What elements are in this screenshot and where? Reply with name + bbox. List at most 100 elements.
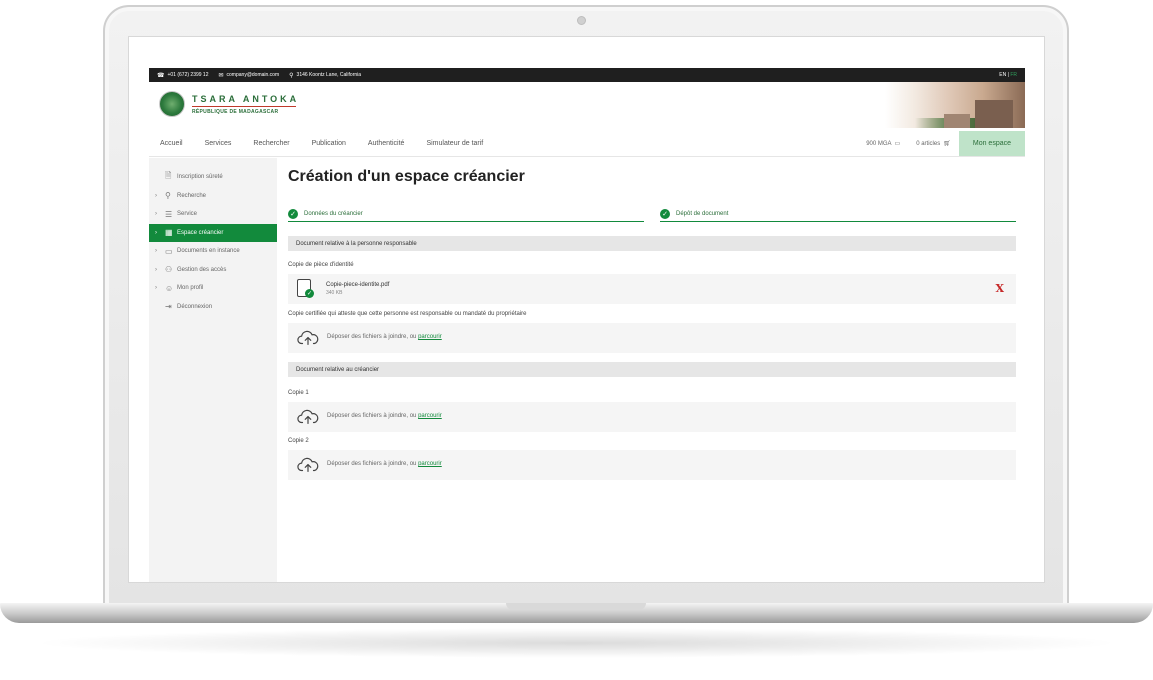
sidebar-item-label: Service bbox=[177, 211, 198, 218]
uploaded-file-card: ✓ Copie-piece-identite.pdf 340 KB X bbox=[288, 274, 1016, 304]
browse-link[interactable]: parcourir bbox=[418, 461, 442, 467]
email-contact[interactable]: ✉ company@domain.com bbox=[219, 72, 280, 79]
chevron-right-icon: › bbox=[155, 211, 157, 218]
file-size: 340 KB bbox=[326, 290, 343, 296]
sidebar-item-label: Déconnexion bbox=[177, 303, 213, 310]
step-label: Données du créancier bbox=[304, 210, 363, 217]
address-text: 3146 Koontz Lane, California bbox=[296, 72, 362, 78]
contact-bar: ☎ +01 (672) 2399 12 ✉ company@domain.com ⚲… bbox=[149, 68, 1025, 82]
phone-icon: ☎ bbox=[157, 72, 165, 79]
cart-icon: 🛒︎ bbox=[943, 141, 951, 147]
nav-accueil[interactable]: Accueil bbox=[149, 140, 194, 147]
dropzone-text: Déposer des fichiers à joindre, ou parco… bbox=[327, 461, 442, 467]
sidebar: 🗎 Inscription sûreté › ⚲ Recherche › ☰ S… bbox=[149, 158, 277, 582]
balance-text: 900 MGA bbox=[866, 140, 892, 147]
sidebar-item-label: Gestion des accès bbox=[177, 266, 227, 273]
main-content: Création d'un espace créancier ✓ Données… bbox=[288, 158, 1016, 578]
cart-text: 0 articles bbox=[916, 140, 941, 147]
dropzone-text: Déposer des fichiers à joindre, ou parco… bbox=[327, 413, 442, 419]
brand-title[interactable]: TSARA ANTOKA bbox=[192, 94, 299, 104]
sidebar-item-espace-creancier[interactable]: › ▦ Espace créancier bbox=[149, 223, 277, 242]
mon-espace-button[interactable]: Mon espace bbox=[958, 131, 1025, 156]
file-dropzone-copie-1[interactable]: Déposer des fichiers à joindre, ou parco… bbox=[288, 402, 1016, 432]
language-switch: EN | FR bbox=[999, 72, 1017, 78]
folder-icon: ▭ bbox=[165, 246, 173, 256]
step-donnees-creancier[interactable]: ✓ Données du créancier bbox=[288, 206, 644, 222]
search-icon: ⚲ bbox=[165, 191, 171, 201]
field-label-copie-1: Copie 1 bbox=[288, 390, 309, 396]
file-name[interactable]: Copie-piece-identite.pdf bbox=[326, 282, 389, 288]
phone-contact[interactable]: ☎ +01 (672) 2399 12 bbox=[157, 72, 209, 79]
chevron-right-icon: › bbox=[155, 229, 157, 236]
check-circle-icon: ✓ bbox=[305, 289, 314, 298]
section-heading-creancier: Document relative au créancier bbox=[288, 362, 1016, 377]
nav-simulateur[interactable]: Simulateur de tarif bbox=[415, 140, 494, 147]
dropzone-instruction: Déposer des fichiers à joindre, ou bbox=[327, 334, 417, 340]
brand-subtitle: RÉPUBLIQUE DE MADAGASCAR bbox=[192, 109, 279, 115]
field-label-copie-2: Copie 2 bbox=[288, 438, 309, 444]
sidebar-item-gestion-acces[interactable]: › ⚇ Gestion des accès bbox=[149, 261, 277, 280]
location-pin-icon: ⚲ bbox=[289, 72, 294, 79]
users-icon: ⚇ bbox=[165, 265, 173, 275]
email-text: company@domain.com bbox=[226, 72, 280, 78]
section-heading-personne: Document relative à la personne responsa… bbox=[288, 236, 1016, 251]
camera-icon bbox=[577, 16, 586, 25]
check-circle-icon: ✓ bbox=[288, 208, 298, 219]
sidebar-item-label: Inscription sûreté bbox=[177, 174, 223, 181]
sidebar-item-inscription[interactable]: 🗎 Inscription sûreté bbox=[149, 168, 277, 187]
step-depot-document[interactable]: ✓ Dépôt de document bbox=[660, 206, 1016, 222]
remove-file-button[interactable]: X bbox=[995, 282, 1004, 295]
browse-link[interactable]: parcourir bbox=[418, 413, 442, 419]
field-label-copie-certifiee: Copie certifiée qui atteste que cette pe… bbox=[288, 311, 527, 317]
lang-en[interactable]: EN bbox=[999, 72, 1006, 78]
sidebar-item-label: Documents en instance bbox=[177, 248, 240, 255]
profile-icon: ☺ bbox=[165, 283, 174, 293]
site-header: TSARA ANTOKA RÉPUBLIQUE DE MADAGASCAR bbox=[149, 82, 1025, 128]
field-label-piece-identite: Copie de pièce d'identité bbox=[288, 262, 354, 268]
building-icon: ▦ bbox=[165, 228, 173, 238]
dropzone-text: Déposer des fichiers à joindre, ou parco… bbox=[327, 334, 442, 340]
sidebar-item-label: Recherche bbox=[177, 192, 207, 199]
nav-publication[interactable]: Publication bbox=[301, 140, 357, 147]
dropzone-instruction: Déposer des fichiers à joindre, ou bbox=[327, 461, 417, 467]
banner-building-small bbox=[944, 114, 970, 128]
nav-authenticite[interactable]: Authenticité bbox=[357, 140, 416, 147]
document-icon: 🗎 bbox=[165, 171, 172, 181]
nav-right: 900 MGA ▭ 0 articles 🛒︎ Mon espace bbox=[858, 131, 1025, 156]
main-nav: Accueil Services Rechercher Publication … bbox=[149, 131, 1025, 157]
browse-link[interactable]: parcourir bbox=[418, 334, 442, 340]
sidebar-item-mon-profil[interactable]: › ☺ Mon profil bbox=[149, 279, 277, 298]
phone-text: +01 (672) 2399 12 bbox=[167, 72, 209, 78]
cloud-upload-icon bbox=[297, 457, 319, 473]
balance[interactable]: 900 MGA ▭ bbox=[858, 140, 908, 148]
stepper: ✓ Données du créancier ✓ Dépôt de docume… bbox=[288, 206, 1016, 222]
header-banner-image bbox=[885, 82, 1025, 128]
cloud-upload-icon bbox=[297, 409, 319, 425]
sidebar-item-recherche[interactable]: › ⚲ Recherche bbox=[149, 187, 277, 206]
lang-fr[interactable]: FR bbox=[1010, 72, 1017, 78]
check-circle-icon: ✓ bbox=[660, 208, 670, 219]
chevron-right-icon: › bbox=[155, 248, 157, 255]
brand-divider bbox=[192, 106, 296, 107]
sidebar-item-service[interactable]: › ☰ Service bbox=[149, 205, 277, 224]
chevron-right-icon: › bbox=[155, 192, 157, 199]
cloud-upload-icon bbox=[297, 330, 319, 346]
nav-services[interactable]: Services bbox=[194, 140, 243, 147]
nav-rechercher[interactable]: Rechercher bbox=[242, 140, 300, 147]
file-dropzone-copie-2[interactable]: Déposer des fichiers à joindre, ou parco… bbox=[288, 450, 1016, 480]
cart[interactable]: 0 articles 🛒︎ bbox=[908, 140, 959, 148]
step-label: Dépôt de document bbox=[676, 210, 729, 217]
logo-seal-icon[interactable] bbox=[159, 91, 185, 117]
sidebar-item-label: Mon profil bbox=[177, 285, 204, 292]
sidebar-item-label: Espace créancier bbox=[177, 229, 224, 236]
screen: ☎ +01 (672) 2399 12 ✉ company@domain.com ⚲… bbox=[128, 36, 1045, 583]
logout-icon: ⇥ bbox=[165, 302, 172, 312]
wallet-icon: ▭ bbox=[894, 141, 901, 147]
page-title: Création d'un espace créancier bbox=[288, 168, 525, 185]
chevron-right-icon: › bbox=[155, 266, 157, 273]
sidebar-item-deconnexion[interactable]: ⇥ Déconnexion bbox=[149, 298, 277, 317]
sidebar-item-documents[interactable]: › ▭ Documents en instance bbox=[149, 242, 277, 261]
file-dropzone-copie-certifiee[interactable]: Déposer des fichiers à joindre, ou parco… bbox=[288, 323, 1016, 353]
mail-icon: ✉ bbox=[218, 72, 224, 79]
dropzone-instruction: Déposer des fichiers à joindre, ou bbox=[327, 413, 417, 419]
